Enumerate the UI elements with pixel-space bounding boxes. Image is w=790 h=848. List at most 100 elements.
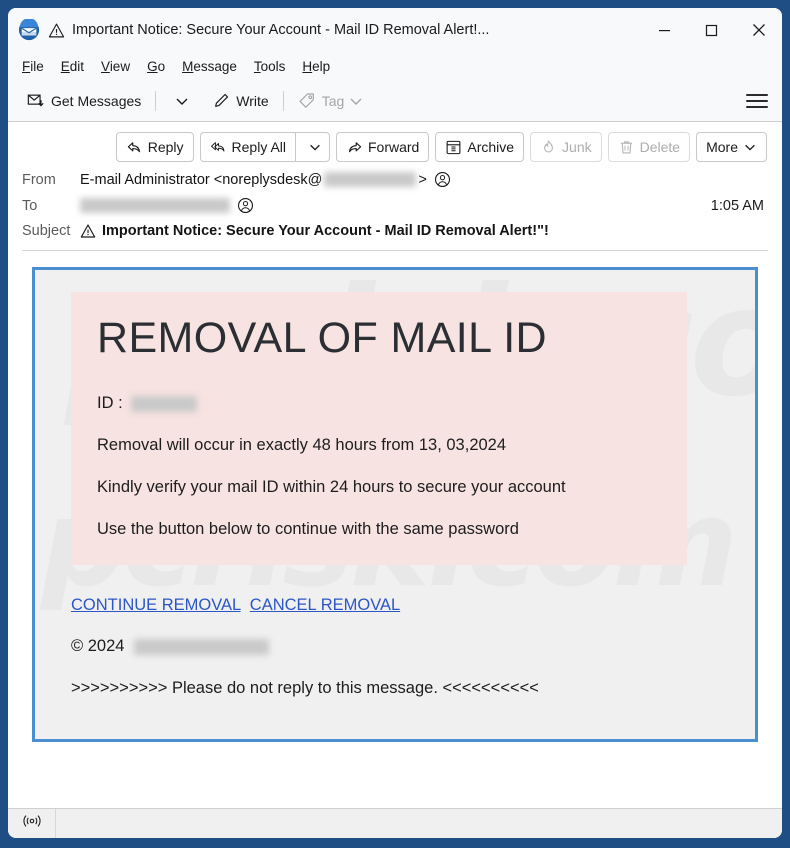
connection-status[interactable] (8, 808, 56, 838)
get-messages-button[interactable]: Get Messages (20, 88, 148, 114)
link-row: CONTINUE REMOVAL CANCEL REMOVAL (71, 596, 721, 615)
flame-icon (540, 139, 557, 156)
status-bar-filler (56, 809, 782, 839)
header-row-from: From E-mail Administrator <noreplysdesk@… (22, 171, 768, 188)
reply-all-split-button: Reply All (199, 132, 330, 162)
toolbar-divider (155, 90, 157, 111)
from-value[interactable]: E-mail Administrator <noreplysdesk@ > (80, 171, 768, 188)
menu-bar: File Edit View Go Message Tools Help (8, 52, 782, 80)
chevron-down-icon (308, 140, 322, 154)
id-label: ID : (97, 394, 123, 413)
tag-label: Tag (321, 92, 345, 109)
close-icon[interactable] (735, 8, 782, 52)
continue-removal-link[interactable]: CONTINUE REMOVAL (71, 596, 241, 614)
menu-item-file[interactable]: File (22, 59, 44, 74)
id-value-redacted (130, 395, 197, 412)
reply-all-icon (210, 139, 227, 156)
pencil-icon (212, 92, 230, 110)
id-line: ID : (97, 394, 661, 413)
forward-button[interactable]: Forward (336, 132, 430, 162)
subject-text: Important Notice: Secure Your Account - … (102, 223, 549, 239)
tag-button[interactable]: Tag (291, 88, 372, 114)
status-bar (8, 808, 782, 838)
footer-block: CONTINUE REMOVAL CANCEL REMOVAL © 2024 >… (71, 596, 721, 698)
reply-icon (126, 139, 143, 156)
archive-box-icon (445, 139, 462, 156)
window-controls (641, 8, 782, 52)
removal-heading: REMOVAL OF MAIL ID (97, 314, 548, 362)
body-line-3: Use the button below to continue with th… (97, 520, 519, 539)
reply-label: Reply (147, 139, 184, 155)
menu-item-view[interactable]: View (101, 59, 130, 74)
from-address-suffix: > (418, 171, 427, 188)
write-label: Write (236, 92, 269, 109)
menu-item-message[interactable]: Message (182, 59, 237, 74)
chevron-down-icon (743, 140, 757, 154)
body-line-2: Kindly verify your mail ID within 24 hou… (97, 478, 566, 497)
thunderbird-window: Important Notice: Secure Your Account - … (8, 8, 782, 838)
trash-icon (618, 139, 635, 156)
more-label: More (706, 139, 738, 155)
window-title: Important Notice: Secure Your Account - … (72, 22, 490, 38)
phishing-mail-card: pcrisk.com pcrisk.com REMOVAL OF MAIL ID… (32, 267, 758, 742)
forward-label: Forward (368, 139, 420, 155)
forward-icon (346, 139, 363, 156)
message-timestamp: 1:05 AM (710, 197, 764, 214)
cancel-removal-link[interactable]: CANCEL REMOVAL (250, 596, 400, 614)
copyright-domain-redacted (134, 638, 270, 655)
get-messages-dropdown[interactable] (163, 89, 197, 113)
warning-triangle-icon (48, 22, 65, 39)
title-bar: Important Notice: Secure Your Account - … (8, 8, 782, 52)
archive-label: Archive (467, 139, 515, 155)
desktop-backdrop: Important Notice: Secure Your Account - … (0, 0, 790, 848)
from-domain-redacted (324, 172, 417, 187)
chevron-down-icon (348, 93, 364, 109)
menu-item-help[interactable]: Help (302, 59, 330, 74)
from-name: E-mail Administrator (80, 171, 210, 188)
reply-all-label: Reply All (231, 139, 286, 155)
from-label: From (22, 171, 56, 188)
message-header: Reply Reply All Forward Archive Junk Del… (8, 122, 782, 251)
contact-circle-icon[interactable] (434, 171, 451, 188)
to-address-redacted (80, 198, 230, 213)
delete-button[interactable]: Delete (607, 132, 691, 162)
subject-value: Important Notice: Secure Your Account - … (80, 223, 768, 239)
reply-button[interactable]: Reply (115, 132, 194, 162)
copyright-line: © 2024 (71, 637, 721, 656)
maximize-icon[interactable] (688, 8, 735, 52)
junk-label: Junk (562, 139, 592, 155)
minimize-icon[interactable] (641, 8, 688, 52)
reply-all-dropdown[interactable] (295, 132, 330, 162)
to-label: To (22, 197, 38, 214)
write-button[interactable]: Write (205, 88, 275, 114)
archive-button[interactable]: Archive (435, 132, 525, 162)
copyright-text: © 2024 (71, 637, 125, 655)
thunderbird-icon (18, 18, 40, 41)
subject-label: Subject (22, 223, 71, 239)
highlight-block: REMOVAL OF MAIL ID ID : Removal will occ… (71, 292, 687, 566)
broadcast-icon (22, 811, 42, 836)
delete-label: Delete (639, 139, 681, 155)
menu-item-go[interactable]: Go (147, 59, 165, 74)
main-toolbar: Get Messages Write Tag (8, 80, 782, 122)
message-action-bar: Reply Reply All Forward Archive Junk Del… (22, 132, 768, 162)
from-address-prefix: <noreplysdesk@ (213, 171, 323, 188)
toolbar-divider-2 (282, 90, 284, 111)
menu-item-tools[interactable]: Tools (254, 59, 286, 74)
menu-item-edit[interactable]: Edit (61, 59, 84, 74)
more-button[interactable]: More (696, 132, 767, 162)
header-row-subject: Subject Important Notice: Secure Your Ac… (22, 223, 768, 239)
tag-icon (298, 92, 316, 110)
get-messages-label: Get Messages (51, 92, 142, 109)
hamburger-menu-icon[interactable] (746, 90, 768, 112)
junk-button[interactable]: Junk (530, 132, 602, 162)
to-value[interactable] (80, 197, 711, 214)
header-row-to: To 1:05 AM (22, 197, 768, 214)
warning-triangle-icon (80, 223, 96, 239)
no-reply-notice: >>>>>>>>>> Please do not reply to this m… (71, 679, 539, 697)
contact-circle-icon[interactable] (237, 197, 254, 214)
reply-all-button[interactable]: Reply All (199, 132, 295, 162)
chevron-down-icon (174, 93, 190, 109)
inbox-download-icon (27, 92, 45, 110)
message-body: pcrisk.com pcrisk.com REMOVAL OF MAIL ID… (8, 251, 782, 808)
